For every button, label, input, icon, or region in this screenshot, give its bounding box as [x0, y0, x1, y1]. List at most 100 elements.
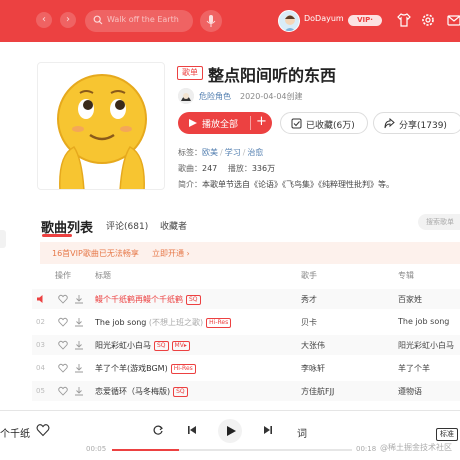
col-album[interactable]: 专辑 [398, 270, 414, 281]
row-index: 03 [36, 341, 45, 349]
vip-notice-bar: 16首VIP歌曲已无法畅享 立即开通 › [40, 242, 460, 264]
song-artist[interactable]: 贝卡 [301, 317, 317, 328]
heart-icon[interactable] [58, 340, 68, 350]
song-artist[interactable]: 李咏轩 [301, 363, 325, 374]
plays-count: 336万 [251, 164, 276, 173]
col-artist[interactable]: 歌手 [301, 270, 317, 281]
heart-icon[interactable] [58, 386, 68, 396]
songs-label: 歌曲： [178, 164, 202, 173]
playlist-search-input[interactable]: 搜索歌单 [418, 214, 460, 230]
col-title[interactable]: 标题 [95, 270, 111, 281]
download-icon[interactable] [74, 363, 84, 373]
song-album[interactable]: 羊了个羊 [398, 363, 430, 374]
watermark: @稀土掘金技术社区 [380, 443, 452, 452]
song-title: The job song (不想上班之歌) Hi-Res [95, 317, 232, 328]
creator-avatar[interactable] [178, 88, 194, 104]
share-label: 分享(1739) [399, 121, 447, 131]
search-input[interactable]: Walk off the Earth [85, 10, 193, 32]
row-index: 05 [36, 387, 45, 395]
stats-row: 歌曲：247 播放：336万 [178, 163, 275, 174]
sidebar-collapse-handle[interactable] [0, 230, 6, 248]
playlist-cover [37, 62, 165, 190]
app-window: ‹ › Walk off the Earth DoDayum VIP· 歌单 整… [0, 0, 460, 460]
quality-tag: Hi-Res [170, 364, 196, 374]
song-album[interactable]: 阳光彩虹小白马 [398, 340, 454, 351]
tab-collectors[interactable]: 收藏者 [160, 219, 187, 232]
vip-badge[interactable]: VIP· [348, 15, 382, 26]
gear-icon[interactable] [420, 12, 436, 28]
download-icon[interactable] [74, 340, 84, 350]
mail-icon[interactable] [446, 12, 460, 28]
tag-link[interactable]: 欧美 [202, 148, 218, 157]
song-album[interactable]: The job song [398, 317, 449, 326]
divider [250, 116, 251, 130]
quality-button[interactable]: 标准 [436, 428, 458, 441]
collect-button[interactable]: 已收藏(6万) [280, 112, 368, 134]
song-table-header: 操作 标题 歌手 专辑 [40, 268, 460, 284]
like-icon[interactable] [36, 423, 50, 437]
vip-open-link[interactable]: 立即开通 › [152, 248, 190, 259]
next-icon[interactable] [262, 424, 274, 436]
previous-icon[interactable] [186, 424, 198, 436]
row-index: 04 [36, 364, 45, 372]
play-all-button[interactable]: 播放全部 + [178, 112, 272, 134]
playlist-title: 整点阳间听的东西 [208, 66, 337, 85]
now-playing-icon [37, 295, 43, 303]
table-row[interactable]: 04 羊了个羊(游戏BGM) Hi-Res 李咏轩 羊了个羊 [32, 358, 460, 378]
play-icon [227, 426, 236, 436]
time-current: 00:05 [86, 445, 107, 453]
user-avatar[interactable] [278, 10, 300, 32]
song-artist[interactable]: 秀才 [301, 294, 317, 305]
song-album[interactable]: 百家姓 [398, 294, 422, 305]
now-playing-title[interactable]: 个千纸 [0, 425, 30, 440]
lyrics-button[interactable]: 词 [297, 425, 307, 440]
row-index: 02 [36, 318, 45, 326]
table-row[interactable]: 05 恋爱循环（马冬梅版) SQ 方佳航FJJ 遵物语 [32, 381, 460, 401]
skin-icon[interactable] [396, 12, 412, 28]
plays-label: 播放： [227, 164, 252, 173]
avatar-image [284, 15, 296, 31]
table-row[interactable]: 鳗个千纸鹤再鳗个千纸鹤 SQ 秀才 百家姓 [32, 289, 460, 309]
intro-label: 简介： [178, 180, 202, 189]
top-bar: ‹ › Walk off the Earth DoDayum VIP· [0, 0, 460, 42]
progress-fill [112, 449, 180, 451]
play-pause-button[interactable] [218, 419, 242, 443]
download-icon[interactable] [74, 294, 84, 304]
voice-search-button[interactable] [200, 10, 222, 32]
table-row[interactable]: 03 阳光彩虹小白马 SQ MV▸ 大张伟 阳光彩虹小白马 [32, 335, 460, 355]
songs-count: 247 [202, 164, 218, 173]
song-title: 羊了个羊(游戏BGM) Hi-Res [95, 363, 196, 374]
download-icon[interactable] [74, 317, 84, 327]
progress-bar[interactable] [112, 449, 352, 451]
heart-icon[interactable] [58, 294, 68, 304]
song-artist[interactable]: 方佳航FJJ [301, 386, 334, 397]
back-button[interactable]: ‹ [36, 12, 52, 28]
play-all-label: 播放全部 [202, 120, 239, 130]
add-to-queue-button[interactable]: + [256, 114, 267, 129]
playlist-search-placeholder: 搜索歌单 [426, 218, 454, 226]
tag-link[interactable]: 学习 [225, 148, 241, 157]
time-total: 00:18 [356, 445, 377, 453]
mv-tag: MV▸ [171, 341, 190, 351]
song-title: 鳗个千纸鹤再鳗个千纸鹤 SQ [95, 294, 201, 305]
song-album[interactable]: 遵物语 [398, 386, 422, 397]
heart-icon[interactable] [58, 317, 68, 327]
download-icon[interactable] [74, 386, 84, 396]
username[interactable]: DoDayum [304, 14, 344, 23]
song-artist[interactable]: 大张伟 [301, 340, 325, 351]
tag-link[interactable]: 治愈 [247, 148, 263, 157]
song-title: 阳光彩虹小白马 SQ MV▸ [95, 340, 190, 351]
collected-icon [291, 118, 302, 129]
quality-tag: Hi-Res [206, 318, 232, 328]
tab-comments[interactable]: 评论(681) [106, 219, 148, 232]
search-placeholder: Walk off the Earth [107, 15, 179, 24]
table-row[interactable]: 02 The job song (不想上班之歌) Hi-Res 贝卡 The jo… [32, 312, 460, 332]
forward-button[interactable]: › [60, 12, 76, 28]
quality-tag: SQ [186, 295, 201, 305]
playlist-badge: 歌单 [177, 66, 203, 80]
creator-name[interactable]: 危险角色 [199, 91, 231, 102]
heart-icon[interactable] [58, 363, 68, 373]
share-button[interactable]: 分享(1739) [373, 112, 460, 134]
vip-notice-text: 16首VIP歌曲已无法畅享 [52, 249, 139, 258]
repeat-icon[interactable] [152, 424, 164, 436]
